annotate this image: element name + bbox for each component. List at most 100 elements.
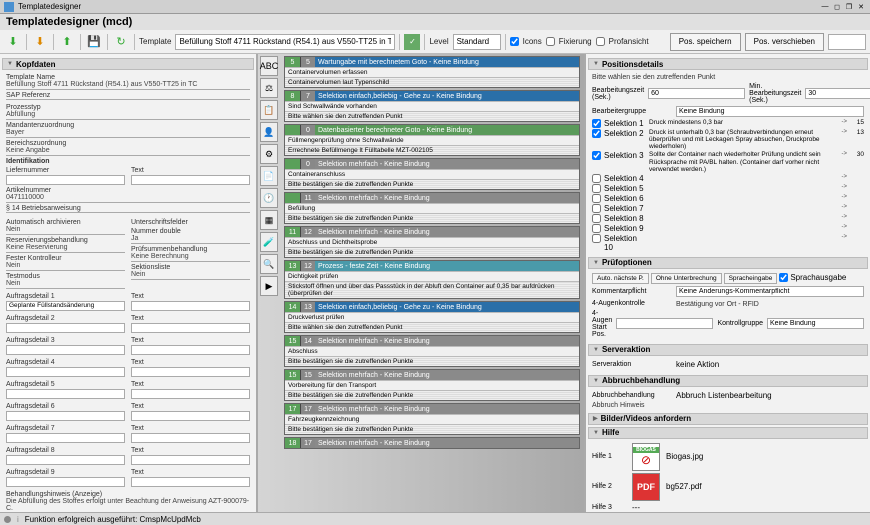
sprachausgabe-checkbox[interactable] bbox=[779, 273, 788, 282]
confirm-icon[interactable]: ✓ bbox=[404, 34, 420, 50]
process-block-0[interactable]: 55Wartungabe mit berechnetem Goto - Kein… bbox=[284, 56, 580, 88]
fester-value[interactable]: Nein bbox=[6, 262, 125, 271]
abbruchbehandlung-value[interactable]: Abbruch Listenbearbeitung bbox=[676, 391, 772, 400]
prozesstyp-value[interactable]: Abfüllung bbox=[6, 111, 250, 120]
selektion-text[interactable]: Sollte der Container nach wiederholter P… bbox=[649, 151, 838, 172]
process-block-7[interactable]: 1413Selektion einfach,beliebig - Gehe zu… bbox=[284, 301, 580, 333]
level-select[interactable] bbox=[453, 34, 501, 50]
selektion-checkbox-8[interactable] bbox=[592, 214, 601, 223]
maximize-icon[interactable]: ◻ bbox=[832, 2, 842, 12]
ohne-unterbrechung-button[interactable]: Ohne Unterbrechung bbox=[651, 273, 722, 284]
palette-form-icon[interactable]: 📋 bbox=[260, 100, 278, 120]
bearbeitergruppe-input[interactable] bbox=[676, 106, 864, 117]
process-block-6[interactable]: 1312Prozess - feste Zeit - Keine Bindung… bbox=[284, 260, 580, 299]
selektion-checkbox-1[interactable] bbox=[592, 119, 601, 128]
auftrag-text-input-6[interactable] bbox=[131, 411, 250, 421]
process-block-10[interactable]: 1717Selektion mehrfach - Keine BindungFa… bbox=[284, 403, 580, 435]
auftrag-input-4[interactable] bbox=[6, 367, 125, 377]
auftrag-text-input-8[interactable] bbox=[131, 455, 250, 465]
restore-icon[interactable]: ❐ bbox=[844, 2, 854, 12]
position-details-header[interactable]: Positionsdetails bbox=[588, 58, 868, 70]
min-bearbeitungszeit-input[interactable] bbox=[805, 88, 870, 99]
position-input[interactable] bbox=[828, 34, 866, 50]
liefernummer-input[interactable] bbox=[6, 175, 125, 185]
selektion-checkbox-5[interactable] bbox=[592, 184, 601, 193]
auftrag-input-5[interactable] bbox=[6, 389, 125, 399]
close-icon[interactable]: ✕ bbox=[856, 2, 866, 12]
selektion-value[interactable]: 30 bbox=[850, 151, 864, 158]
auftrag-text-input-2[interactable] bbox=[131, 323, 250, 333]
hilfe-row-2[interactable]: Hilfe 2 PDF bg527.pdf bbox=[592, 473, 864, 501]
auftrag-text-input-9[interactable] bbox=[131, 477, 250, 487]
palette-user-icon[interactable]: 👤 bbox=[260, 122, 278, 142]
process-block-5[interactable]: 1112Selektion mehrfach - Keine BindungAb… bbox=[284, 226, 580, 258]
process-block-4[interactable]: 11Selektion mehrfach - Keine BindungBefü… bbox=[284, 192, 580, 224]
selektion-checkbox-10[interactable] bbox=[592, 234, 601, 243]
bilder-header[interactable]: Bilder/Videos anfordern bbox=[588, 413, 868, 425]
serveraktion-value[interactable]: keine Aktion bbox=[676, 360, 719, 369]
fixierung-checkbox[interactable] bbox=[546, 37, 555, 46]
template-input[interactable] bbox=[175, 34, 395, 50]
nummer-value[interactable]: Ja bbox=[131, 235, 250, 244]
palette-doc-icon[interactable]: 📄 bbox=[260, 166, 278, 186]
save-icon[interactable]: 💾 bbox=[85, 33, 103, 51]
reserv-value[interactable]: Keine Reservierung bbox=[6, 244, 125, 253]
upload-icon[interactable]: ⬆ bbox=[58, 33, 76, 51]
palette-text-icon[interactable]: ABC bbox=[260, 56, 278, 76]
kopfdaten-header[interactable]: Kopfdaten bbox=[2, 58, 254, 70]
spracheingabe-button[interactable]: Spracheingabe bbox=[724, 273, 778, 284]
palette-scale-icon[interactable]: ⚖ bbox=[260, 78, 278, 98]
hilfe-row-1[interactable]: Hilfe 1 BIOGAS⊘ Biogas.jpg bbox=[592, 443, 864, 471]
process-block-9[interactable]: 1515Selektion mehrfach - Keine BindungVo… bbox=[284, 369, 580, 401]
bereich-value[interactable]: Keine Angabe bbox=[6, 147, 250, 156]
kommentar-input[interactable] bbox=[676, 286, 864, 297]
auftrag-input-3[interactable] bbox=[6, 345, 125, 355]
selektion-value[interactable]: 15 bbox=[850, 119, 864, 126]
refresh-icon[interactable]: ↻ bbox=[112, 33, 130, 51]
kontrollgruppe-input[interactable] bbox=[767, 318, 864, 329]
palette-grid-icon[interactable]: ▦ bbox=[260, 210, 278, 230]
auftrag-text-input-5[interactable] bbox=[131, 389, 250, 399]
auftrag-input-1[interactable]: Geplante Füllstandsänderung bbox=[6, 301, 125, 311]
palette-clock-icon[interactable]: 🕐 bbox=[260, 188, 278, 208]
prufoptionen-header[interactable]: Prüfoptionen bbox=[588, 257, 868, 269]
auftrag-input-9[interactable] bbox=[6, 477, 125, 487]
hilfe-header[interactable]: Hilfe bbox=[588, 427, 868, 439]
icons-checkbox[interactable] bbox=[510, 37, 519, 46]
testmodus-value[interactable]: Nein bbox=[6, 280, 125, 289]
selektion-checkbox-3[interactable] bbox=[592, 151, 601, 160]
bearbeitungszeit-input[interactable] bbox=[648, 88, 745, 99]
auftrag-input-6[interactable] bbox=[6, 411, 125, 421]
abbruch-header[interactable]: Abbruchbehandlung bbox=[588, 375, 868, 387]
process-block-2[interactable]: 0Datenbasierter berechneter Goto - Keine… bbox=[284, 124, 580, 156]
text-input-1[interactable] bbox=[131, 175, 250, 185]
pruef-value[interactable]: Keine Berechnung bbox=[131, 253, 250, 262]
palette-settings-icon[interactable]: ⚙ bbox=[260, 144, 278, 164]
selektion-checkbox-2[interactable] bbox=[592, 129, 601, 138]
pdf-thumbnail[interactable]: PDF bbox=[632, 473, 660, 501]
auftrag-text-input-7[interactable] bbox=[131, 433, 250, 443]
auftrag-text-input-3[interactable] bbox=[131, 345, 250, 355]
save-position-button[interactable]: Pos. speichern bbox=[670, 33, 741, 51]
selektion-checkbox-6[interactable] bbox=[592, 194, 601, 203]
sektion-value[interactable]: Nein bbox=[131, 271, 250, 280]
augen-start-input[interactable] bbox=[616, 318, 713, 329]
move-position-button[interactable]: Pos. verschieben bbox=[745, 33, 824, 51]
mandanten-value[interactable]: Bayer bbox=[6, 129, 250, 138]
selektion-checkbox-4[interactable] bbox=[592, 174, 601, 183]
process-block-1[interactable]: 87Selektion einfach,beliebig - Gehe zu -… bbox=[284, 90, 580, 122]
serveraktion-header[interactable]: Serveraktion bbox=[588, 344, 868, 356]
artikelnummer-value[interactable]: 0471110000 bbox=[6, 194, 250, 203]
process-block-11[interactable]: 1817Selektion mehrfach - Keine Bindung bbox=[284, 437, 580, 449]
auto-next-button[interactable]: Auto. nächste P. bbox=[592, 273, 649, 284]
selektion-text[interactable]: Druck mindestens 0,3 bar bbox=[649, 119, 838, 126]
auftrag-text-input-4[interactable] bbox=[131, 367, 250, 377]
palette-search-icon[interactable]: 🔍 bbox=[260, 254, 278, 274]
process-block-8[interactable]: 1514Selektion mehrfach - Keine BindungAb… bbox=[284, 335, 580, 367]
process-block-3[interactable]: 0Selektion mehrfach - Keine BindungConta… bbox=[284, 158, 580, 190]
palette-play-icon[interactable]: ▶ bbox=[260, 276, 278, 296]
biogas-thumbnail[interactable]: BIOGAS⊘ bbox=[632, 443, 660, 471]
auftrag-input-8[interactable] bbox=[6, 455, 125, 465]
download-green-icon[interactable]: ⬇ bbox=[4, 33, 22, 51]
profansicht-checkbox[interactable] bbox=[596, 37, 605, 46]
